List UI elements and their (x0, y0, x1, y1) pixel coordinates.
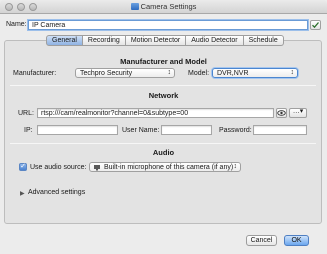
tab-recording[interactable]: Recording (82, 35, 126, 46)
url-label: URL: (18, 110, 34, 117)
eye-icon (277, 110, 286, 116)
disclosure-triangle-icon[interactable]: ▶ (20, 190, 25, 197)
user-name-label: User Name: (122, 127, 160, 134)
manufacturer-model-heading: Manufacturer and Model (120, 57, 207, 66)
checkmark-list-icon (312, 22, 319, 29)
title-bar: Camera Settings (0, 0, 327, 14)
manufacturer-value: Techpro Security (80, 70, 133, 77)
ok-button[interactable]: OK (284, 235, 309, 246)
microphone-icon (94, 165, 100, 171)
checkmark-icon: ✓ (20, 163, 26, 170)
audio-source-select[interactable]: Built-in microphone of this camera (if a… (89, 162, 241, 172)
url-options-button[interactable]: …▾ (289, 108, 307, 118)
ip-label: IP: (24, 127, 33, 134)
name-picker-button[interactable] (310, 20, 321, 30)
model-label: Model: (188, 70, 210, 77)
network-heading: Network (148, 91, 179, 100)
tab-audio-detector[interactable]: Audio Detector (186, 35, 244, 46)
manufacturer-select[interactable]: Techpro Security ↕ (75, 68, 175, 78)
audio-source-value: Built-in microphone of this camera (if a… (104, 164, 234, 171)
tab-bar: General Recording Motion Detector Audio … (46, 35, 284, 46)
model-select[interactable]: DVR,NVR ↕ (212, 68, 298, 78)
select-arrows-icon: ↕ (167, 69, 172, 76)
camera-name-input[interactable]: IP Camera (28, 20, 308, 30)
manufacturer-label: Manufacturer: (13, 70, 57, 77)
advanced-settings-toggle[interactable]: Advanced settings (28, 189, 85, 196)
password-input[interactable] (253, 125, 307, 135)
user-name-input[interactable] (161, 125, 212, 135)
tab-motion-detector[interactable]: Motion Detector (125, 35, 187, 46)
cancel-button[interactable]: Cancel (246, 235, 277, 246)
window-title: Camera Settings (140, 2, 197, 11)
ellipsis-icon: …▾ (292, 108, 304, 115)
use-audio-label: Use audio source: (30, 164, 87, 171)
app-icon (130, 3, 139, 10)
name-label: Name: (6, 21, 27, 28)
divider (10, 143, 316, 144)
url-input[interactable]: rtsp:///cam/realmonitor?channel=0&subtyp… (37, 108, 274, 118)
divider (10, 85, 316, 86)
model-value: DVR,NVR (217, 70, 249, 77)
window-title-wrap: Camera Settings (0, 2, 327, 11)
show-url-button[interactable] (276, 108, 287, 118)
audio-heading: Audio (152, 148, 175, 157)
password-label: Password: (219, 127, 252, 134)
ip-input[interactable] (37, 125, 118, 135)
tab-general[interactable]: General (46, 35, 83, 46)
select-arrows-icon: ↕ (233, 163, 238, 170)
use-audio-checkbox[interactable]: ✓ (19, 163, 27, 171)
select-arrows-icon: ↕ (290, 69, 295, 76)
tab-schedule[interactable]: Schedule (243, 35, 284, 46)
